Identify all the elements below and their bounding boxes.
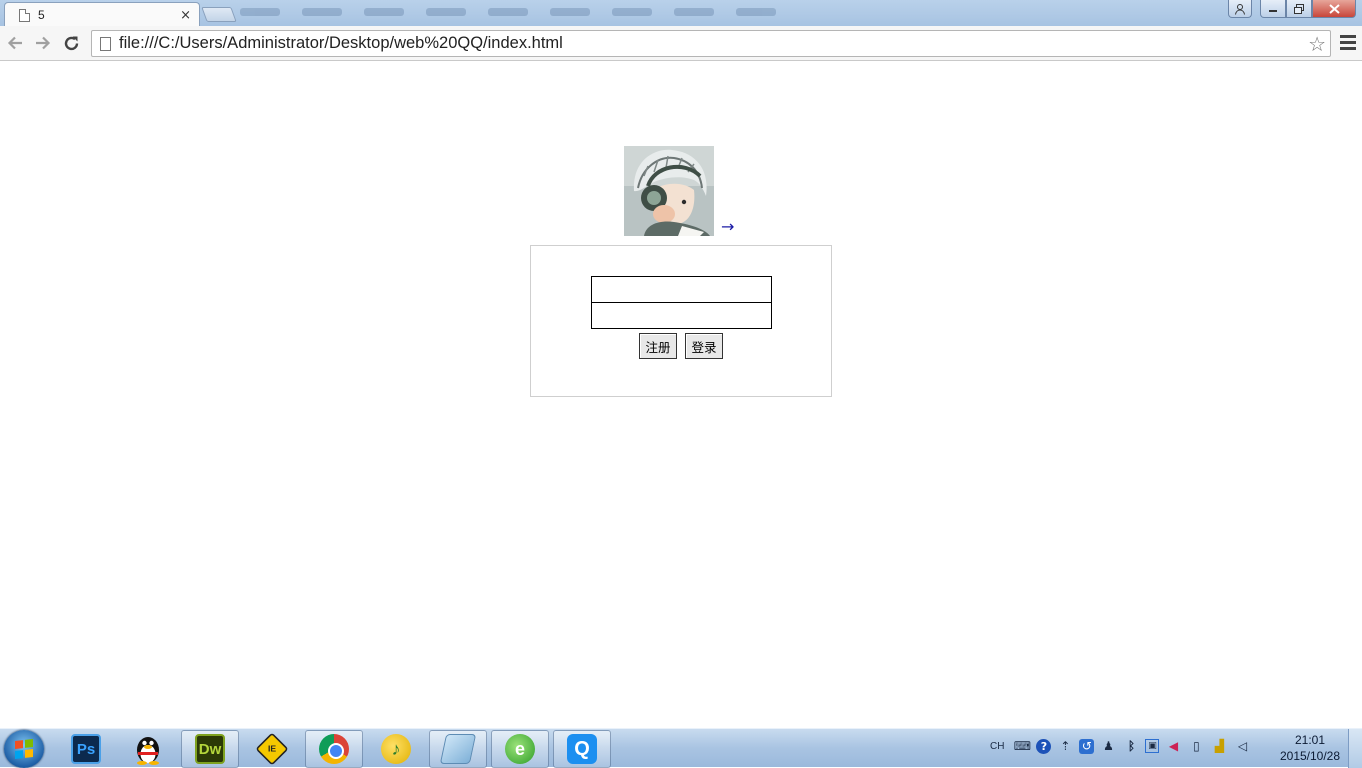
- taskbar-item-window[interactable]: [429, 730, 487, 768]
- help-icon[interactable]: ?: [1036, 738, 1052, 754]
- restore-button[interactable]: [1286, 0, 1312, 18]
- ie-tester-icon: IE: [255, 732, 289, 766]
- expand-tray-icon[interactable]: ⇡: [1056, 737, 1074, 755]
- signal-icon[interactable]: ▟: [1210, 737, 1228, 755]
- tab-title: 5: [38, 8, 45, 22]
- input-method-indicator[interactable]: CH: [990, 741, 1004, 752]
- page-icon: [19, 8, 30, 22]
- password-input[interactable]: [591, 302, 772, 329]
- forward-button[interactable]: [32, 32, 54, 54]
- restore-icon: [1294, 3, 1304, 14]
- close-icon: [1328, 3, 1340, 14]
- window-icon: [439, 734, 477, 764]
- clock-date: 2015/10/28: [1279, 749, 1341, 763]
- show-desktop-button[interactable]: [1348, 729, 1362, 768]
- back-button[interactable]: [4, 32, 26, 54]
- page-icon: [100, 36, 111, 51]
- qq-tray-icon[interactable]: ♟: [1099, 737, 1117, 755]
- arrow-link[interactable]: →: [721, 219, 734, 235]
- taskbar-item-dreamweaver[interactable]: Dw: [181, 730, 239, 768]
- start-button[interactable]: [4, 730, 44, 768]
- login-form: 注册 登录: [530, 245, 832, 397]
- taskbar-item-ie-tester[interactable]: IE: [243, 730, 301, 768]
- dreamweaver-icon: Dw: [195, 734, 225, 764]
- arrow-right-icon: [36, 36, 51, 50]
- minimize-button[interactable]: [1260, 0, 1286, 18]
- taskbar-item-qq[interactable]: [119, 730, 177, 768]
- taskbar-item-qq-browser[interactable]: Q: [553, 730, 611, 768]
- chrome-icon: [319, 734, 349, 764]
- browser-toolbar: file:///C:/Users/Administrator/Desktop/w…: [0, 26, 1362, 61]
- taskbar-clock[interactable]: 21:01 2015/10/28: [1272, 732, 1348, 764]
- device-icon[interactable]: ▯: [1187, 737, 1205, 755]
- volume-icon[interactable]: ◀: [1164, 737, 1182, 755]
- user-profile-button[interactable]: [1228, 0, 1252, 18]
- system-tray: CH ⌨ ? ⇡ ↺ ♟ ᛒ ▣ ◀ ▯ ▟ ◁: [990, 737, 1251, 755]
- keyboard-icon[interactable]: ⌨: [1013, 737, 1031, 755]
- bluetooth-icon[interactable]: ᛒ: [1122, 737, 1140, 755]
- speaker-icon[interactable]: ◁: [1233, 737, 1251, 755]
- app-icon[interactable]: ↺: [1079, 738, 1095, 754]
- arrow-left-icon: [7, 36, 22, 50]
- username-input[interactable]: [591, 276, 772, 303]
- window-title-bar: 5 ×: [0, 0, 1362, 27]
- taskbar: Ps Dw IE ♪ e Q CH ⌨ ? ⇡ ↺ ♟ ᛒ ▣ ◀ ▯ ▟ ◁ …: [0, 728, 1362, 768]
- music-icon: ♪: [381, 734, 411, 764]
- avatar: [624, 146, 714, 236]
- address-bar[interactable]: file:///C:/Users/Administrator/Desktop/w…: [91, 30, 1331, 57]
- register-button[interactable]: 注册: [639, 333, 677, 359]
- window-controls: [1228, 0, 1356, 18]
- minimize-icon: [1269, 9, 1277, 12]
- login-button[interactable]: 登录: [685, 333, 723, 359]
- browser-tab[interactable]: 5 ×: [4, 2, 200, 27]
- ie-browser-icon: e: [505, 734, 535, 764]
- reload-button[interactable]: [60, 32, 82, 54]
- star-icon[interactable]: ☆: [1308, 32, 1326, 56]
- tab-close-button[interactable]: ×: [180, 8, 191, 23]
- hamburger-menu-icon[interactable]: [1340, 35, 1356, 50]
- taskbar-item-qq-music[interactable]: ♪: [367, 730, 425, 768]
- network-icon[interactable]: ▣: [1145, 739, 1160, 753]
- blurred-bookmarks: [240, 8, 780, 22]
- photoshop-icon: Ps: [71, 734, 101, 764]
- reload-icon: [64, 36, 78, 50]
- qq-browser-icon: Q: [567, 734, 597, 764]
- clock-time: 21:01: [1294, 733, 1326, 747]
- close-window-button[interactable]: [1312, 0, 1356, 18]
- avatar-image: [624, 146, 714, 236]
- user-icon: [1235, 3, 1245, 15]
- windows-logo-icon: [15, 739, 33, 759]
- url-text[interactable]: file:///C:/Users/Administrator/Desktop/w…: [119, 34, 1308, 53]
- taskbar-item-photoshop[interactable]: Ps: [57, 730, 115, 768]
- taskbar-item-chrome[interactable]: [305, 730, 363, 768]
- taskbar-item-ie-browser[interactable]: e: [491, 730, 549, 768]
- qq-penguin-icon: [137, 737, 159, 765]
- new-tab-button[interactable]: [201, 7, 237, 22]
